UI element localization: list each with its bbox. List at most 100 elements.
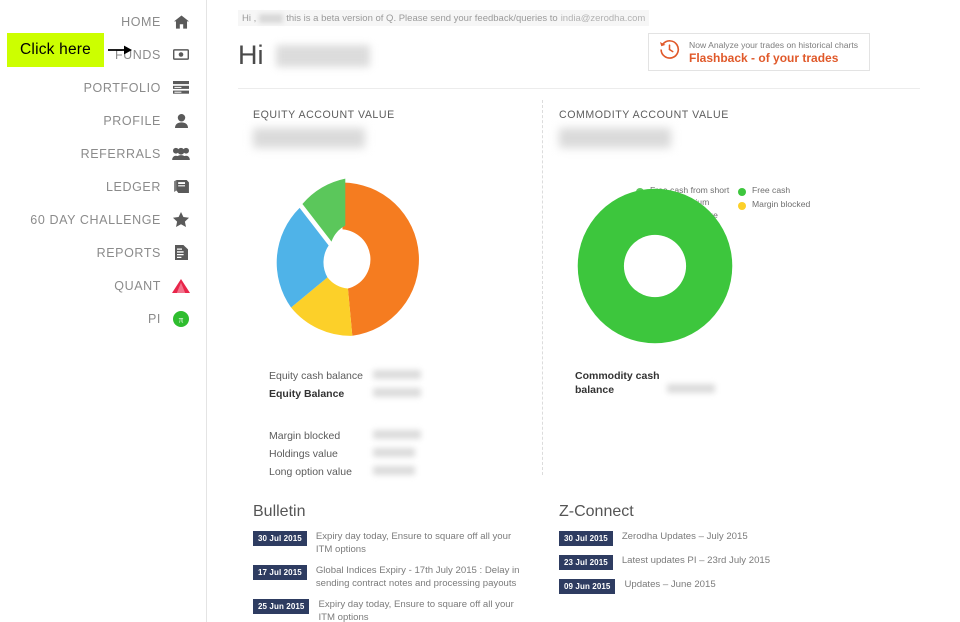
money-icon: [170, 49, 192, 60]
bulletin-text[interactable]: Global Indices Expiry - 17th July 2015 :…: [316, 565, 521, 590]
click-here-annotation: Click here: [7, 33, 104, 67]
column-divider: [542, 100, 543, 475]
flashback-promo-banner[interactable]: Now Analyze your trades on historical ch…: [648, 33, 870, 71]
balance-label: Margin blocked: [269, 430, 341, 442]
dashboard-page: HOME FUNDS PORTFOLIO PROFILE REFERRALS L…: [0, 0, 960, 622]
legend-label: Free cash: [752, 185, 791, 195]
date-badge: 30 Jul 2015: [559, 531, 613, 546]
balance-value: [373, 370, 421, 379]
arrow-right-icon: [108, 45, 132, 55]
beta-notice-bar: Hi , this is a beta version of Q. Please…: [238, 10, 650, 26]
zconnect-text[interactable]: Updates – June 2015: [624, 579, 715, 592]
user-icon: [170, 113, 192, 128]
sidebar-item-ledger[interactable]: LEDGER: [0, 170, 206, 203]
list-item[interactable]: 09 Jun 2015 Updates – June 2015: [559, 579, 859, 594]
balance-value: [373, 448, 415, 457]
bulletin-title: Bulletin: [253, 503, 306, 520]
flashback-subtitle: Now Analyze your trades on historical ch…: [689, 39, 859, 50]
sidebar-item-pi[interactable]: PI π: [0, 302, 206, 335]
equity-account-value-title: EQUITY ACCOUNT VALUE: [253, 109, 395, 121]
sidebar-item-label: QUANT: [114, 278, 161, 293]
sidebar-item-label: REPORTS: [96, 245, 161, 260]
balance-row: Equity Balance: [269, 387, 421, 401]
date-badge: 30 Jul 2015: [253, 531, 307, 546]
sidebar-item-profile[interactable]: PROFILE: [0, 104, 206, 137]
legend-item: Free cash: [738, 185, 810, 197]
date-badge: 25 Jun 2015: [253, 599, 310, 614]
balance-label: Equity cash balance: [269, 370, 363, 382]
book-icon: [170, 180, 192, 193]
sidebar-item-60-day-challenge[interactable]: 60 DAY CHALLENGE: [0, 203, 206, 236]
balance-row: Margin blocked: [269, 429, 421, 443]
greeting-text: Hi: [238, 40, 264, 70]
document-icon: [170, 245, 192, 260]
balance-row: Holdings value: [269, 447, 421, 461]
date-badge: 09 Jun 2015: [559, 579, 616, 594]
quant-logo-icon: [170, 278, 192, 293]
zconnect-list: 30 Jul 2015 Zerodha Updates – July 2015 …: [559, 531, 859, 603]
star-icon: [170, 212, 192, 227]
sidebar-item-label: LEDGER: [105, 179, 161, 194]
balance-label: Equity Balance: [269, 388, 345, 400]
equity-breakdown-summary: Margin blocked Holdings value Long optio…: [269, 429, 421, 483]
list-item[interactable]: 25 Jun 2015 Expiry day today, Ensure to …: [253, 599, 521, 622]
greeting: Hi: [238, 40, 370, 71]
legend-color-swatch: [738, 201, 746, 210]
sidebar-item-label: PORTFOLIO: [83, 80, 161, 95]
sidebar-item-quant[interactable]: QUANT: [0, 269, 206, 302]
list-icon: [170, 81, 192, 94]
balance-label: Long option value: [269, 466, 352, 478]
sidebar-item-reports[interactable]: REPORTS: [0, 236, 206, 269]
equity-balance-summary: Equity cash balance Equity Balance: [269, 369, 421, 405]
users-icon: [170, 147, 192, 160]
balance-label: Holdings value: [269, 448, 338, 460]
redacted-user-name: [275, 44, 370, 67]
pi-logo-icon: π: [170, 310, 192, 327]
beta-notice-prefix: Hi ,: [242, 12, 257, 24]
commodity-chart-legend: Free cash Margin blocked: [738, 185, 810, 212]
bulletin-text[interactable]: Expiry day today, Ensure to square off a…: [316, 531, 521, 556]
redacted-name: [259, 13, 284, 23]
balance-row: Commodity cash balance: [575, 369, 715, 397]
flashback-title: Flashback - of your trades: [689, 50, 839, 65]
sidebar-item-label: HOME: [121, 14, 161, 29]
balance-label: Commodity cash balance: [575, 370, 660, 396]
support-email-link[interactable]: india@zerodha.com: [561, 13, 646, 24]
clock-icon: [659, 39, 680, 65]
equity-donut-chart: [255, 172, 430, 347]
beta-notice-text: this is a beta version of Q. Please send…: [286, 12, 558, 24]
list-item[interactable]: 30 Jul 2015 Zerodha Updates – July 2015: [559, 531, 859, 546]
balance-value: [373, 466, 415, 475]
commodity-account-value-amount: [559, 128, 671, 148]
zconnect-title: Z-Connect: [559, 503, 634, 520]
bulletin-list: 30 Jul 2015 Expiry day today, Ensure to …: [253, 531, 521, 622]
home-icon: [170, 14, 192, 29]
date-badge: 23 Jul 2015: [559, 555, 613, 570]
bulletin-text[interactable]: Expiry day today, Ensure to square off a…: [318, 599, 521, 622]
equity-account-value-amount: [253, 128, 365, 148]
commodity-balance-summary: Commodity cash balance: [575, 369, 715, 401]
legend-item: Margin blocked: [738, 199, 810, 211]
sidebar-item-label: 60 DAY CHALLENGE: [30, 212, 161, 227]
list-item[interactable]: 17 Jul 2015 Global Indices Expiry - 17th…: [253, 565, 521, 590]
zconnect-text[interactable]: Latest updates PI – 23rd July 2015: [622, 555, 770, 568]
sidebar-item-referrals[interactable]: REFERRALS: [0, 137, 206, 170]
main-content: Hi , this is a beta version of Q. Please…: [207, 0, 960, 622]
svg-text:π: π: [179, 314, 184, 324]
click-here-label: Click here: [20, 41, 91, 58]
sidebar-item-label: PI: [147, 311, 161, 326]
list-item[interactable]: 30 Jul 2015 Expiry day today, Ensure to …: [253, 531, 521, 556]
commodity-donut-chart: [571, 182, 739, 350]
sidebar: HOME FUNDS PORTFOLIO PROFILE REFERRALS L…: [0, 0, 207, 622]
sidebar-item-label: REFERRALS: [80, 146, 161, 161]
legend-label: Margin blocked: [752, 198, 811, 209]
balance-value: [373, 388, 421, 397]
list-item[interactable]: 23 Jul 2015 Latest updates PI – 23rd Jul…: [559, 555, 859, 570]
sidebar-item-label: PROFILE: [103, 113, 161, 128]
legend-color-swatch: [738, 188, 746, 196]
date-badge: 17 Jul 2015: [253, 565, 307, 580]
balance-value: [373, 430, 421, 439]
sidebar-item-portfolio[interactable]: PORTFOLIO: [0, 71, 206, 104]
header-divider: [238, 88, 920, 89]
zconnect-text[interactable]: Zerodha Updates – July 2015: [622, 531, 748, 544]
